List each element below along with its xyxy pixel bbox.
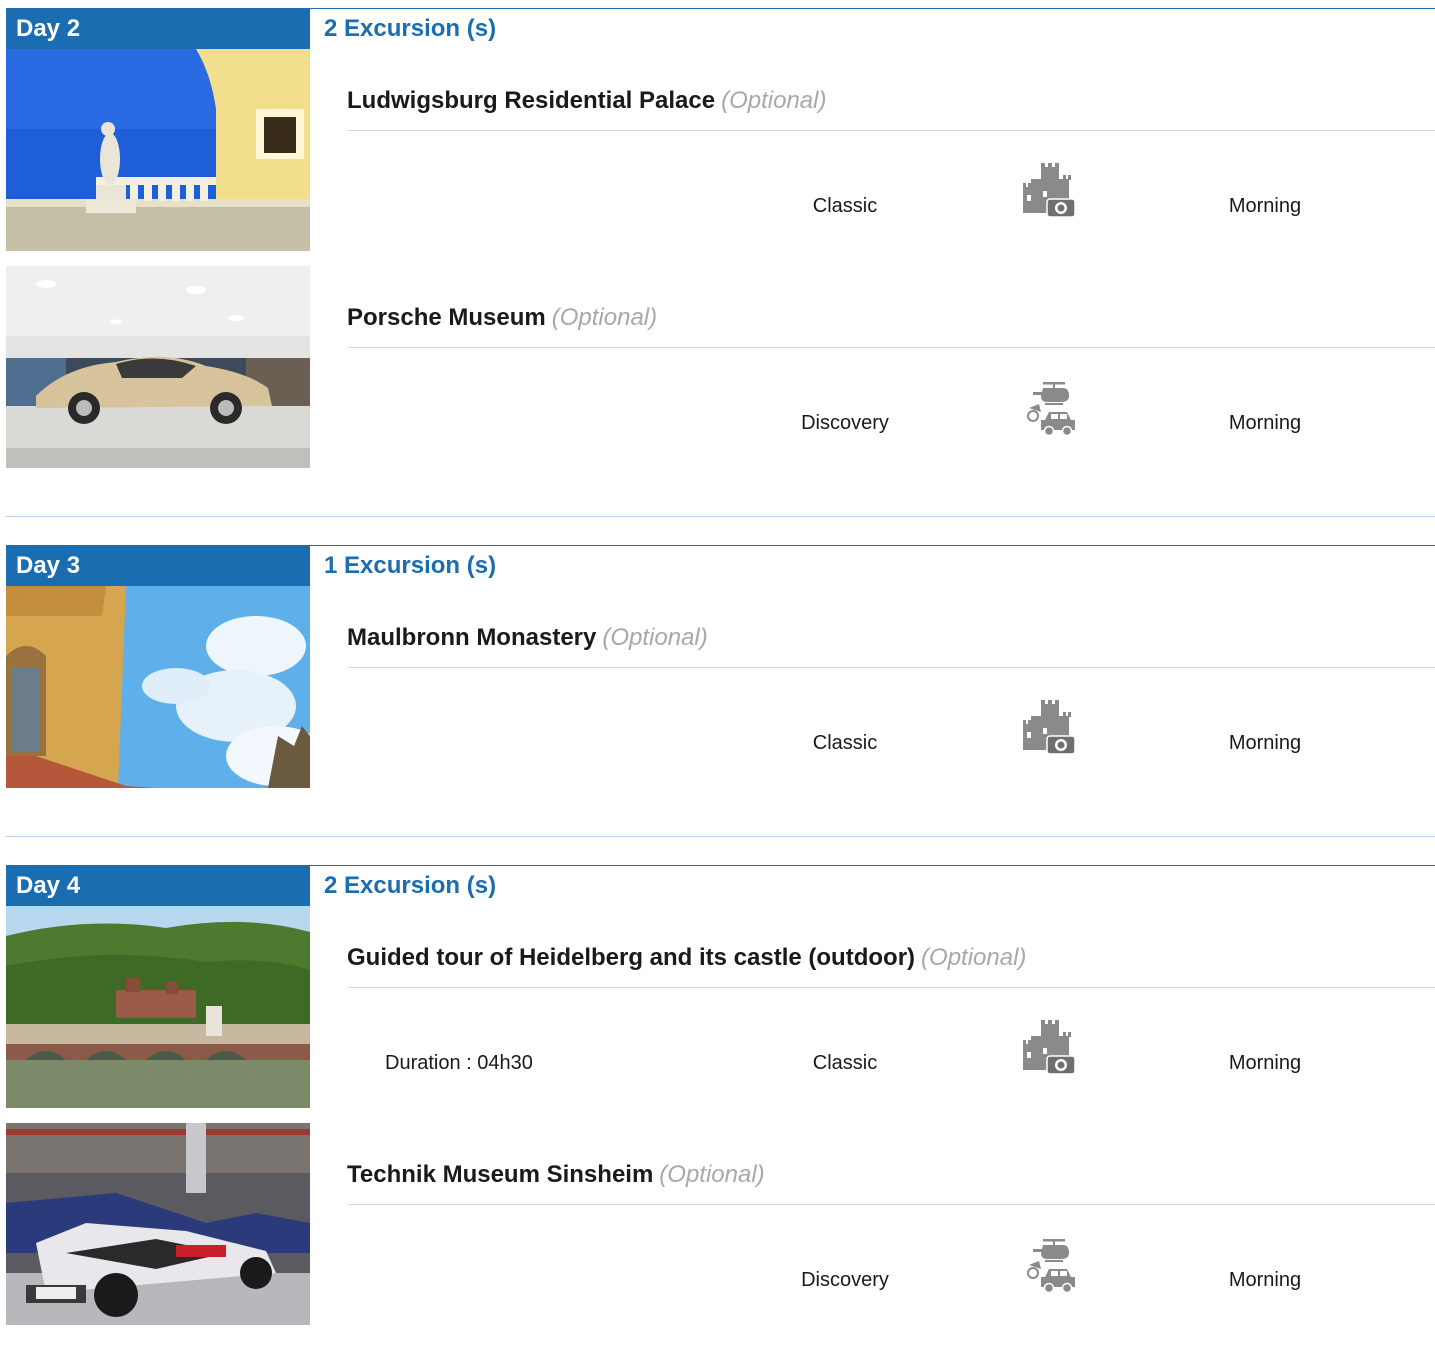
excursion-title-text[interactable]: Guided tour of Heidelberg and its castle… [347, 944, 915, 971]
optional-label: (Optional) [551, 304, 658, 331]
day-label: Day 2 [6, 9, 310, 49]
optional-label: (Optional) [921, 944, 1027, 971]
excursion-type: Discovery [801, 1269, 889, 1291]
optional-label: (Optional) [721, 87, 827, 114]
day-header: Day 4 2 Excursion (s) [6, 865, 1435, 906]
excursion-time: Morning [1228, 412, 1302, 434]
divider [347, 667, 1435, 668]
optional-label: (Optional) [659, 1161, 765, 1188]
excursion-photo[interactable] [6, 586, 310, 788]
day-label: Day 3 [6, 546, 310, 586]
excursion-title[interactable]: Maulbronn Monastery (Optional) [347, 624, 708, 652]
castle-camera-icon [1023, 1020, 1076, 1075]
day-header: Day 3 1 Excursion (s) [6, 545, 1435, 586]
helicopter-car-icon [1027, 382, 1075, 437]
excursion-title[interactable]: Technik Museum Sinsheim (Optional) [347, 1161, 765, 1189]
day-header: Day 2 2 Excursion (s) [6, 8, 1435, 49]
day-section: Day 3 1 Excursion (s) Maulbronn Monaster… [6, 545, 1435, 788]
castle-camera-icon [1023, 700, 1076, 755]
excursion-count: 2 Excursion (s) [324, 15, 497, 42]
excursion-count: 2 Excursion (s) [324, 872, 497, 899]
excursion-item[interactable]: Technik Museum Sinsheim (Optional) Discov… [6, 1123, 1435, 1325]
divider [347, 987, 1435, 988]
excursion-type: Classic [812, 1052, 878, 1074]
excursion-time: Morning [1228, 1052, 1302, 1074]
excursion-item[interactable]: Porsche Museum (Optional) Discovery Morni… [6, 266, 1435, 468]
excursion-type: Classic [812, 195, 878, 217]
excursion-time: Morning [1228, 732, 1302, 754]
excursion-title[interactable]: Guided tour of Heidelberg and its castle… [347, 944, 1026, 972]
excursion-photo[interactable] [6, 906, 310, 1108]
excursion-item[interactable]: Guided tour of Heidelberg and its castle… [6, 906, 1435, 1108]
excursion-title-text[interactable]: Porsche Museum [347, 304, 546, 331]
divider [347, 1204, 1435, 1205]
excursion-time: Morning [1228, 1269, 1302, 1291]
divider [347, 347, 1435, 348]
excursion-item[interactable]: Ludwigsburg Residential Palace (Optional)… [6, 49, 1435, 251]
day-section: Day 2 2 Excursion (s) Ludwigsburg Reside… [6, 8, 1435, 468]
day-section: Day 4 2 Excursion (s) Guided tour of Hei… [6, 865, 1435, 1325]
day-label: Day 4 [6, 866, 310, 906]
excursion-title[interactable]: Porsche Museum (Optional) [347, 304, 657, 332]
excursion-type: Discovery [801, 412, 889, 434]
excursion-photo[interactable] [6, 49, 310, 251]
excursion-photo[interactable] [6, 1123, 310, 1325]
section-separator [6, 836, 1435, 837]
excursion-item[interactable]: Maulbronn Monastery (Optional) Classic Mo… [6, 586, 1435, 788]
section-separator [6, 516, 1435, 517]
excursion-photo[interactable] [6, 266, 310, 468]
excursion-duration: Duration : 04h30 [385, 1052, 533, 1074]
excursion-title-text[interactable]: Technik Museum Sinsheim [347, 1161, 653, 1188]
castle-camera-icon [1023, 163, 1076, 218]
excursion-time: Morning [1228, 195, 1302, 217]
excursion-title-text[interactable]: Ludwigsburg Residential Palace [347, 87, 715, 114]
divider [347, 130, 1435, 131]
excursion-count: 1 Excursion (s) [324, 552, 497, 579]
optional-label: (Optional) [602, 624, 708, 651]
helicopter-car-icon [1027, 1239, 1075, 1294]
excursion-type: Classic [812, 732, 878, 754]
excursion-title[interactable]: Ludwigsburg Residential Palace (Optional) [347, 87, 826, 115]
excursion-title-text[interactable]: Maulbronn Monastery [347, 624, 596, 651]
